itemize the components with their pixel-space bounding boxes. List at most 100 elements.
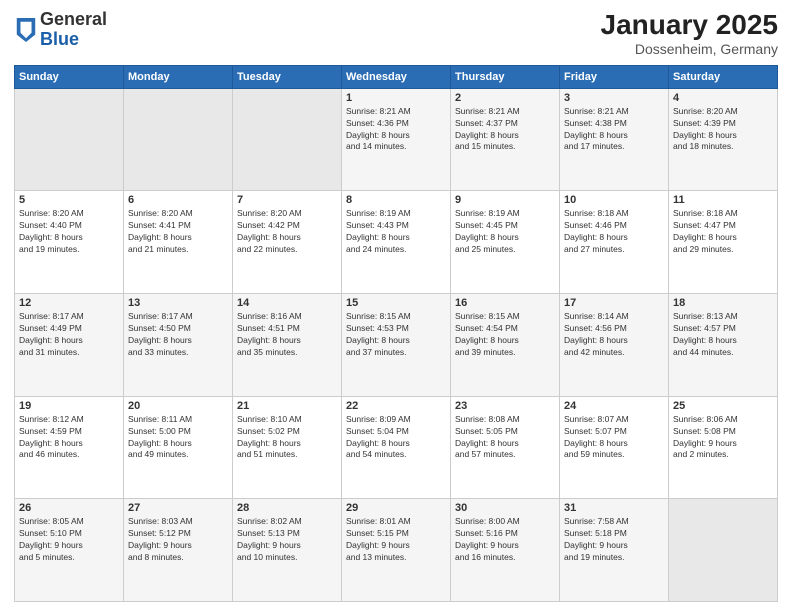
table-row <box>669 499 778 602</box>
table-row: 13 Sunrise: 8:17 AM Sunset: 4:50 PM Dayli… <box>124 294 233 397</box>
col-friday: Friday <box>560 65 669 88</box>
col-wednesday: Wednesday <box>342 65 451 88</box>
day-number: 14 <box>237 297 337 309</box>
table-row: 26 Sunrise: 8:05 AM Sunset: 5:10 PM Dayli… <box>15 499 124 602</box>
day-info: Sunrise: 8:18 AM Sunset: 4:47 PM Dayligh… <box>673 208 773 256</box>
calendar-week-row: 1 Sunrise: 8:21 AM Sunset: 4:36 PM Daylig… <box>15 88 778 191</box>
calendar-week-row: 26 Sunrise: 8:05 AM Sunset: 5:10 PM Dayli… <box>15 499 778 602</box>
table-row: 6 Sunrise: 8:20 AM Sunset: 4:41 PM Daylig… <box>124 191 233 294</box>
day-info: Sunrise: 8:21 AM Sunset: 4:36 PM Dayligh… <box>346 106 446 154</box>
day-info: Sunrise: 8:21 AM Sunset: 4:37 PM Dayligh… <box>455 106 555 154</box>
table-row: 16Sunrise: 8:15 AM Sunset: 4:54 PM Dayli… <box>451 294 560 397</box>
day-number: 3 <box>564 92 664 104</box>
day-number: 5 <box>19 194 119 206</box>
table-row: 31Sunrise: 7:58 AM Sunset: 5:18 PM Dayli… <box>560 499 669 602</box>
header: General Blue January 2025 Dossenheim, Ge… <box>14 10 778 57</box>
day-number: 10 <box>564 194 664 206</box>
day-info: Sunrise: 8:18 AM Sunset: 4:46 PM Dayligh… <box>564 208 664 256</box>
table-row: 27 Sunrise: 8:03 AM Sunset: 5:12 PM Dayli… <box>124 499 233 602</box>
col-tuesday: Tuesday <box>233 65 342 88</box>
day-info: Sunrise: 8:15 AM Sunset: 4:53 PM Dayligh… <box>346 311 446 359</box>
day-number: 25 <box>673 400 773 412</box>
day-info: Sunrise: 8:20 AM Sunset: 4:39 PM Dayligh… <box>673 106 773 154</box>
day-number: 9 <box>455 194 555 206</box>
table-row: 7 Sunrise: 8:20 AM Sunset: 4:42 PM Daylig… <box>233 191 342 294</box>
table-row: 18Sunrise: 8:13 AM Sunset: 4:57 PM Dayli… <box>669 294 778 397</box>
table-row: 10 Sunrise: 8:18 AM Sunset: 4:46 PM Dayli… <box>560 191 669 294</box>
day-number: 29 <box>346 502 446 514</box>
day-number: 17 <box>564 297 664 309</box>
day-number: 18 <box>673 297 773 309</box>
day-number: 26 <box>19 502 119 514</box>
calendar-week-row: 19Sunrise: 8:12 AM Sunset: 4:59 PM Dayli… <box>15 396 778 499</box>
day-info: Sunrise: 8:21 AM Sunset: 4:38 PM Dayligh… <box>564 106 664 154</box>
logo: General Blue <box>14 10 107 50</box>
day-number: 28 <box>237 502 337 514</box>
table-row <box>233 88 342 191</box>
day-info: Sunrise: 8:12 AM Sunset: 4:59 PM Dayligh… <box>19 414 119 462</box>
title-block: January 2025 Dossenheim, Germany <box>601 10 778 57</box>
day-info: Sunrise: 8:20 AM Sunset: 4:40 PM Dayligh… <box>19 208 119 256</box>
day-info: Sunrise: 8:11 AM Sunset: 5:00 PM Dayligh… <box>128 414 228 462</box>
day-info: Sunrise: 8:19 AM Sunset: 4:43 PM Dayligh… <box>346 208 446 256</box>
day-info: Sunrise: 8:10 AM Sunset: 5:02 PM Dayligh… <box>237 414 337 462</box>
col-monday: Monday <box>124 65 233 88</box>
logo-icon <box>16 18 36 42</box>
table-row: 1 Sunrise: 8:21 AM Sunset: 4:36 PM Daylig… <box>342 88 451 191</box>
day-number: 7 <box>237 194 337 206</box>
table-row: 15 Sunrise: 8:15 AM Sunset: 4:53 PM Dayli… <box>342 294 451 397</box>
table-row: 14 Sunrise: 8:16 AM Sunset: 4:51 PM Dayli… <box>233 294 342 397</box>
calendar-week-row: 5 Sunrise: 8:20 AM Sunset: 4:40 PM Daylig… <box>15 191 778 294</box>
table-row: 2 Sunrise: 8:21 AM Sunset: 4:37 PM Daylig… <box>451 88 560 191</box>
table-row: 12Sunrise: 8:17 AM Sunset: 4:49 PM Dayli… <box>15 294 124 397</box>
table-row: 30 Sunrise: 8:00 AM Sunset: 5:16 PM Dayli… <box>451 499 560 602</box>
day-number: 13 <box>128 297 228 309</box>
day-number: 23 <box>455 400 555 412</box>
table-row: 23 Sunrise: 8:08 AM Sunset: 5:05 PM Dayli… <box>451 396 560 499</box>
day-info: Sunrise: 8:09 AM Sunset: 5:04 PM Dayligh… <box>346 414 446 462</box>
table-row: 20 Sunrise: 8:11 AM Sunset: 5:00 PM Dayli… <box>124 396 233 499</box>
calendar-subtitle: Dossenheim, Germany <box>601 41 778 57</box>
day-number: 15 <box>346 297 446 309</box>
day-number: 11 <box>673 194 773 206</box>
col-saturday: Saturday <box>669 65 778 88</box>
table-row <box>124 88 233 191</box>
day-info: Sunrise: 8:20 AM Sunset: 4:42 PM Dayligh… <box>237 208 337 256</box>
table-row: 17 Sunrise: 8:14 AM Sunset: 4:56 PM Dayli… <box>560 294 669 397</box>
day-info: Sunrise: 8:19 AM Sunset: 4:45 PM Dayligh… <box>455 208 555 256</box>
calendar-title: January 2025 <box>601 10 778 41</box>
day-number: 12 <box>19 297 119 309</box>
day-number: 1 <box>346 92 446 104</box>
day-info: Sunrise: 8:20 AM Sunset: 4:41 PM Dayligh… <box>128 208 228 256</box>
logo-blue-text: Blue <box>40 29 79 49</box>
calendar-week-row: 12Sunrise: 8:17 AM Sunset: 4:49 PM Dayli… <box>15 294 778 397</box>
table-row: 28 Sunrise: 8:02 AM Sunset: 5:13 PM Dayli… <box>233 499 342 602</box>
day-number: 31 <box>564 502 664 514</box>
day-number: 6 <box>128 194 228 206</box>
col-sunday: Sunday <box>15 65 124 88</box>
table-row: 24Sunrise: 8:07 AM Sunset: 5:07 PM Dayli… <box>560 396 669 499</box>
day-info: Sunrise: 8:14 AM Sunset: 4:56 PM Dayligh… <box>564 311 664 359</box>
day-number: 27 <box>128 502 228 514</box>
calendar-table: Sunday Monday Tuesday Wednesday Thursday… <box>14 65 778 602</box>
day-number: 2 <box>455 92 555 104</box>
logo-general-text: General <box>40 9 107 29</box>
day-info: Sunrise: 8:00 AM Sunset: 5:16 PM Dayligh… <box>455 516 555 564</box>
day-number: 22 <box>346 400 446 412</box>
day-info: Sunrise: 8:02 AM Sunset: 5:13 PM Dayligh… <box>237 516 337 564</box>
day-info: Sunrise: 8:08 AM Sunset: 5:05 PM Dayligh… <box>455 414 555 462</box>
day-info: Sunrise: 8:03 AM Sunset: 5:12 PM Dayligh… <box>128 516 228 564</box>
day-info: Sunrise: 8:05 AM Sunset: 5:10 PM Dayligh… <box>19 516 119 564</box>
table-row: 4 Sunrise: 8:20 AM Sunset: 4:39 PM Daylig… <box>669 88 778 191</box>
day-number: 4 <box>673 92 773 104</box>
table-row: 9 Sunrise: 8:19 AM Sunset: 4:45 PM Daylig… <box>451 191 560 294</box>
day-info: Sunrise: 8:15 AM Sunset: 4:54 PM Dayligh… <box>455 311 555 359</box>
day-info: Sunrise: 8:16 AM Sunset: 4:51 PM Dayligh… <box>237 311 337 359</box>
table-row: 29 Sunrise: 8:01 AM Sunset: 5:15 PM Dayli… <box>342 499 451 602</box>
day-number: 8 <box>346 194 446 206</box>
day-info: Sunrise: 8:17 AM Sunset: 4:50 PM Dayligh… <box>128 311 228 359</box>
day-number: 30 <box>455 502 555 514</box>
table-row: 3 Sunrise: 8:21 AM Sunset: 4:38 PM Daylig… <box>560 88 669 191</box>
day-info: Sunrise: 8:01 AM Sunset: 5:15 PM Dayligh… <box>346 516 446 564</box>
day-number: 20 <box>128 400 228 412</box>
